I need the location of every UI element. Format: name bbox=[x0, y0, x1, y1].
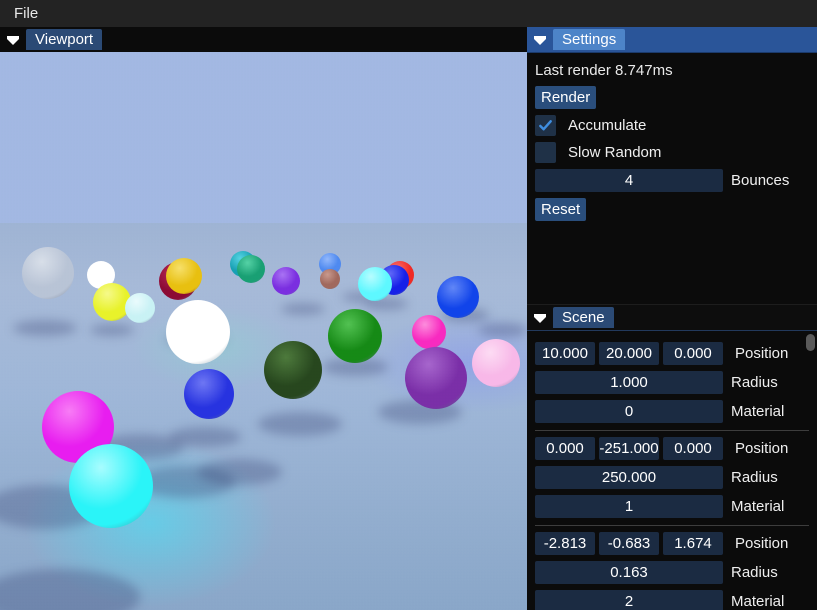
settings-tabbar: Settings bbox=[527, 27, 817, 53]
settings-body: Last render 8.747ms Render Accumulate Sl… bbox=[527, 53, 817, 303]
scene-panel: Scene 10.000 20.000 0.000 Position 1.000 Radi… bbox=[527, 304, 817, 610]
radius-label: Radius bbox=[731, 468, 778, 486]
material-input[interactable]: 2 bbox=[535, 590, 723, 610]
position-x-input[interactable]: -2.813 bbox=[535, 532, 595, 555]
rendered-sphere-purple-small bbox=[272, 267, 300, 295]
radius-input[interactable]: 1.000 bbox=[535, 371, 723, 394]
position-y-input[interactable]: -0.683 bbox=[599, 532, 659, 555]
slow-random-row: Slow Random bbox=[535, 142, 809, 163]
radius-label: Radius bbox=[731, 563, 778, 581]
rendered-sphere-pink-pale bbox=[472, 339, 520, 387]
rendered-sphere-green-dark bbox=[264, 341, 322, 399]
scene-tabbar: Scene bbox=[527, 305, 817, 331]
rendered-sphere-cyan-mid bbox=[358, 267, 392, 301]
radius-row: 1.000 Radius bbox=[535, 371, 809, 394]
rendered-sphere-blue-right bbox=[437, 276, 479, 318]
material-input[interactable]: 1 bbox=[535, 495, 723, 518]
sphere-shadow bbox=[90, 324, 134, 336]
sphere-properties-group: 10.000 20.000 0.000 Position 1.000 Radius 0 Mat… bbox=[535, 342, 809, 425]
reset-row: Reset bbox=[535, 198, 809, 221]
sky-background bbox=[0, 52, 527, 223]
sphere-shadow bbox=[198, 459, 282, 485]
menu-bar: File bbox=[0, 0, 817, 27]
right-dock: Settings Last render 8.747ms Render Accu… bbox=[527, 27, 817, 610]
sphere-shadow bbox=[258, 412, 342, 436]
menu-item-file[interactable]: File bbox=[0, 3, 48, 25]
position-x-input[interactable]: 10.000 bbox=[535, 342, 595, 365]
rendered-sphere-green-teal bbox=[237, 255, 265, 283]
slow-random-label: Slow Random bbox=[568, 143, 662, 161]
sphere-separator bbox=[535, 430, 809, 431]
chevron-down-icon[interactable] bbox=[0, 27, 26, 52]
material-label: Material bbox=[731, 497, 785, 515]
chevron-down-icon[interactable] bbox=[527, 305, 553, 330]
scene-body: 10.000 20.000 0.000 Position 1.000 Radius 0 Mat… bbox=[527, 331, 817, 610]
viewport-dock: Viewport bbox=[0, 27, 527, 610]
material-row: 1 Material bbox=[535, 495, 809, 518]
position-z-input[interactable]: 0.000 bbox=[663, 437, 723, 460]
scene-scrollbar[interactable] bbox=[806, 334, 815, 610]
render-viewport[interactable] bbox=[0, 52, 527, 610]
tab-scene[interactable]: Scene bbox=[553, 307, 614, 328]
position-label: Position bbox=[735, 439, 789, 457]
render-button[interactable]: Render bbox=[535, 86, 597, 109]
position-label: Position bbox=[735, 534, 789, 552]
chevron-down-icon[interactable] bbox=[527, 27, 553, 52]
material-input[interactable]: 0 bbox=[535, 400, 723, 423]
material-label: Material bbox=[731, 402, 785, 420]
accumulate-row: Accumulate bbox=[535, 115, 809, 136]
position-row: -2.813 -0.683 1.674 Position bbox=[535, 532, 809, 555]
position-y-input[interactable]: -251.000 bbox=[599, 437, 659, 460]
radius-label: Radius bbox=[731, 373, 778, 391]
accumulate-label: Accumulate bbox=[568, 116, 647, 134]
rendered-sphere-cyan-large bbox=[69, 444, 153, 528]
application-window: File Viewport Settings Last render 8.747… bbox=[0, 0, 817, 610]
sphere-separator bbox=[535, 525, 809, 526]
rendered-sphere-green-bright bbox=[328, 309, 382, 363]
bounces-row: 4 Bounces bbox=[535, 169, 809, 192]
rendered-sphere-magenta-small bbox=[412, 315, 446, 349]
sphere-shadow bbox=[478, 323, 527, 337]
viewport-tabbar: Viewport bbox=[0, 27, 527, 52]
rendered-sphere-gold bbox=[166, 258, 202, 294]
position-z-input[interactable]: 0.000 bbox=[663, 342, 723, 365]
position-row: 0.000 -251.000 0.000 Position bbox=[535, 437, 809, 460]
bounces-label: Bounces bbox=[731, 171, 790, 189]
material-row: 2 Material bbox=[535, 590, 809, 610]
sphere-properties-group: -2.813 -0.683 1.674 Position 0.163 Radius 2 Mat… bbox=[535, 532, 809, 610]
sphere-shadow bbox=[13, 320, 77, 336]
rendered-sphere-brown-small bbox=[320, 269, 340, 289]
accumulate-checkbox[interactable] bbox=[535, 115, 556, 136]
check-icon bbox=[539, 120, 552, 131]
rendered-sphere-purple-large bbox=[405, 347, 467, 409]
radius-row: 250.000 Radius bbox=[535, 466, 809, 489]
radius-input[interactable]: 0.163 bbox=[535, 561, 723, 584]
tab-viewport[interactable]: Viewport bbox=[26, 29, 103, 50]
scene-scrollbar-thumb[interactable] bbox=[806, 334, 815, 351]
last-render-status: Last render 8.747ms bbox=[535, 62, 673, 79]
rendered-sphere-pale-cyan bbox=[125, 293, 155, 323]
position-y-input[interactable]: 20.000 bbox=[599, 342, 659, 365]
sphere-properties-group: 0.000 -251.000 0.000 Position 250.000 Radius 1… bbox=[535, 437, 809, 520]
position-x-input[interactable]: 0.000 bbox=[535, 437, 595, 460]
radius-input[interactable]: 250.000 bbox=[535, 466, 723, 489]
material-label: Material bbox=[731, 592, 785, 610]
rendered-sphere-grey-matte bbox=[22, 247, 74, 299]
settings-panel: Settings Last render 8.747ms Render Accu… bbox=[527, 27, 817, 303]
position-z-input[interactable]: 1.674 bbox=[663, 532, 723, 555]
rendered-sphere-white-large bbox=[166, 300, 230, 364]
position-label: Position bbox=[735, 344, 789, 362]
slow-random-checkbox[interactable] bbox=[535, 142, 556, 163]
radius-row: 0.163 Radius bbox=[535, 561, 809, 584]
sphere-shadow bbox=[281, 303, 325, 315]
rendered-sphere-blue-royal bbox=[184, 369, 234, 419]
reset-button[interactable]: Reset bbox=[535, 198, 587, 221]
position-row: 10.000 20.000 0.000 Position bbox=[535, 342, 809, 365]
material-row: 0 Material bbox=[535, 400, 809, 423]
tab-settings[interactable]: Settings bbox=[553, 29, 626, 50]
bounces-input[interactable]: 4 bbox=[535, 169, 723, 192]
